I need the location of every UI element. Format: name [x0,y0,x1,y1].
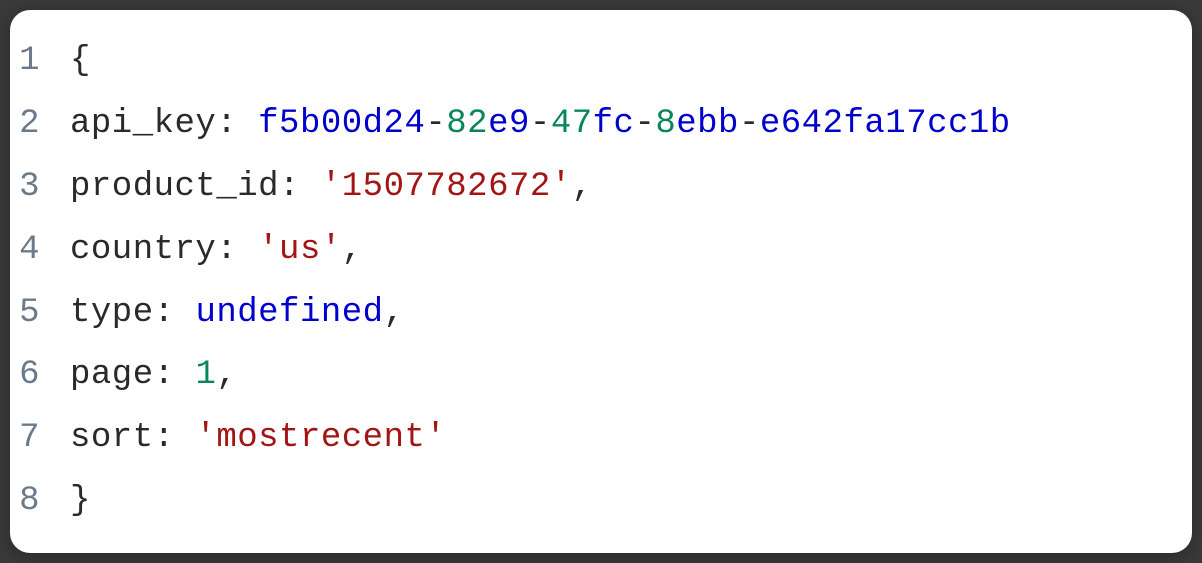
line-content: product_id: '1507782672', [70,156,593,219]
code-token: 1 [195,356,216,394]
code-line: 5type: undefined, [10,282,1162,345]
code-token: undefined [195,294,383,332]
code-line: 8} [10,470,1162,533]
code-block: 1{2api_key: f5b00d24-82e9-47fc-8ebb-e642… [10,10,1192,553]
code-token: : [154,356,196,394]
code-token: country [70,231,216,269]
line-content: } [70,470,91,533]
code-token: - [530,105,551,143]
code-line: 6page: 1, [10,344,1162,407]
code-token: type [70,294,154,332]
line-content: page: 1, [70,344,237,407]
line-number: 5 [10,282,70,345]
line-content: { [70,30,91,93]
code-token: : [154,419,196,457]
code-token: '1507782672' [321,168,572,206]
line-content: api_key: f5b00d24-82e9-47fc-8ebb-e642fa1… [70,93,1011,156]
code-line: 4country: 'us', [10,219,1162,282]
code-token: fc [593,105,635,143]
code-token: page [70,356,154,394]
line-content: type: undefined, [70,282,404,345]
code-token: } [70,482,91,520]
code-token: - [634,105,655,143]
code-token: f5b00d24 [258,105,425,143]
line-content: country: 'us', [70,219,363,282]
line-number: 6 [10,344,70,407]
code-token: e642fa17cc1b [760,105,1011,143]
code-line: 1{ [10,30,1162,93]
code-token: 47 [551,105,593,143]
code-line: 7sort: 'mostrecent' [10,407,1162,470]
code-token: - [425,105,446,143]
code-token: 'us' [258,231,342,269]
code-token: , [342,231,363,269]
code-token: : [154,294,196,332]
code-token: 'mostrecent' [195,419,446,457]
code-line: 3product_id: '1507782672', [10,156,1162,219]
line-number: 1 [10,30,70,93]
code-token: product_id [70,168,279,206]
code-token: : [216,105,258,143]
code-token: ebb [676,105,739,143]
code-token: sort [70,419,154,457]
code-token: e9 [488,105,530,143]
code-token: - [739,105,760,143]
line-number: 7 [10,407,70,470]
code-token: 82 [446,105,488,143]
code-token: : [216,231,258,269]
line-number: 4 [10,219,70,282]
code-token: , [216,356,237,394]
line-number: 2 [10,93,70,156]
code-token: api_key [70,105,216,143]
code-token: , [572,168,593,206]
line-number: 8 [10,470,70,533]
code-token: : [279,168,321,206]
line-number: 3 [10,156,70,219]
code-token: 8 [655,105,676,143]
code-token: , [384,294,405,332]
code-token: { [70,42,91,80]
line-content: sort: 'mostrecent' [70,407,446,470]
code-line: 2api_key: f5b00d24-82e9-47fc-8ebb-e642fa… [10,93,1162,156]
